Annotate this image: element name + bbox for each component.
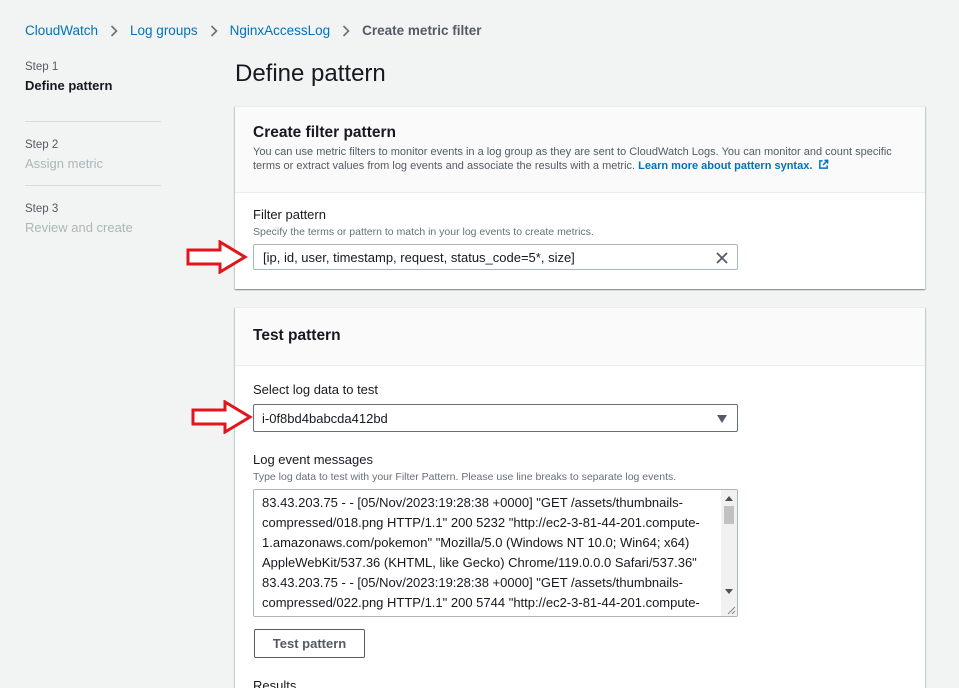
filter-pattern-value: [ip, id, user, timestamp, request, statu…: [263, 249, 575, 265]
wizard-step-3: Step 3 Review and create: [25, 186, 161, 250]
wizard-step-1: Step 1 Define pattern: [25, 58, 161, 122]
step-number: Step 3: [25, 203, 59, 215]
log-event-messages-textarea[interactable]: 83.43.203.75 - - [05/Nov/2023:19:28:38 +…: [253, 489, 738, 617]
outline-arrow-right-icon: [186, 240, 248, 274]
scroll-down-icon[interactable]: [725, 589, 733, 594]
container-header: Test pattern: [235, 308, 925, 366]
step-title: Define pattern: [25, 78, 113, 93]
scroll-up-icon[interactable]: [725, 496, 733, 501]
chevron-right-icon: [98, 23, 130, 38]
outline-arrow-right-icon: [191, 400, 253, 434]
wizard-steps: Step 1 Define pattern Step 2 Assign metr…: [25, 58, 161, 250]
log-event-messages-text: 83.43.203.75 - - [05/Nov/2023:19:28:38 +…: [262, 495, 700, 616]
section-description: You can use metric filters to monitor ev…: [253, 145, 907, 173]
log-data-select[interactable]: i-0f8bd4babcda412bd: [253, 404, 738, 432]
breadcrumb-log-groups[interactable]: Log groups: [130, 23, 198, 38]
breadcrumb-log-group[interactable]: NginxAccessLog: [230, 23, 331, 38]
filter-pattern-input[interactable]: [ip, id, user, timestamp, request, statu…: [253, 244, 738, 270]
section-title: Test pattern: [253, 327, 341, 344]
test-pattern-button[interactable]: Test pattern: [254, 629, 365, 658]
step-number: Step 1: [25, 61, 59, 73]
log-event-messages-label: Log event messages: [253, 452, 373, 467]
close-icon[interactable]: [713, 249, 731, 267]
wizard-step-2: Step 2 Assign metric: [25, 122, 161, 186]
container-header: Create filter pattern You can use metric…: [235, 107, 925, 193]
step-title: Assign metric: [25, 156, 104, 171]
select-log-data-label: Select log data to test: [253, 382, 379, 397]
page-title: Define pattern: [235, 60, 386, 87]
textarea-scrollbar[interactable]: [721, 490, 737, 616]
scrollbar-thumb[interactable]: [724, 506, 734, 524]
step-number: Step 2: [25, 139, 59, 151]
section-title: Create filter pattern: [253, 124, 396, 141]
external-link-icon: [819, 159, 829, 169]
step-title: Review and create: [25, 220, 133, 235]
resize-handle-icon[interactable]: [726, 605, 736, 615]
breadcrumb: CloudWatch Log groups NginxAccessLog Cre…: [25, 21, 481, 39]
filter-pattern-container: Create filter pattern You can use metric…: [235, 106, 925, 289]
chevron-right-icon: [330, 23, 362, 38]
caret-down-icon: [717, 415, 727, 423]
selected-log-stream: i-0f8bd4babcda412bd: [262, 410, 388, 426]
test-pattern-container: Test pattern Select log data to test i-0…: [235, 307, 925, 688]
chevron-right-icon: [198, 23, 230, 38]
results-label: Results: [253, 678, 297, 688]
breadcrumb-cloudwatch[interactable]: CloudWatch: [25, 23, 98, 38]
filter-pattern-label: Filter pattern: [253, 207, 326, 222]
learn-more-link[interactable]: Learn more about pattern syntax.: [638, 159, 829, 172]
filter-pattern-hint: Specify the terms or pattern to match in…: [253, 226, 594, 238]
learn-more-text: Learn more about pattern syntax.: [638, 160, 813, 172]
breadcrumb-current: Create metric filter: [362, 22, 482, 38]
log-event-messages-hint: Type log data to test with your Filter P…: [253, 471, 677, 483]
